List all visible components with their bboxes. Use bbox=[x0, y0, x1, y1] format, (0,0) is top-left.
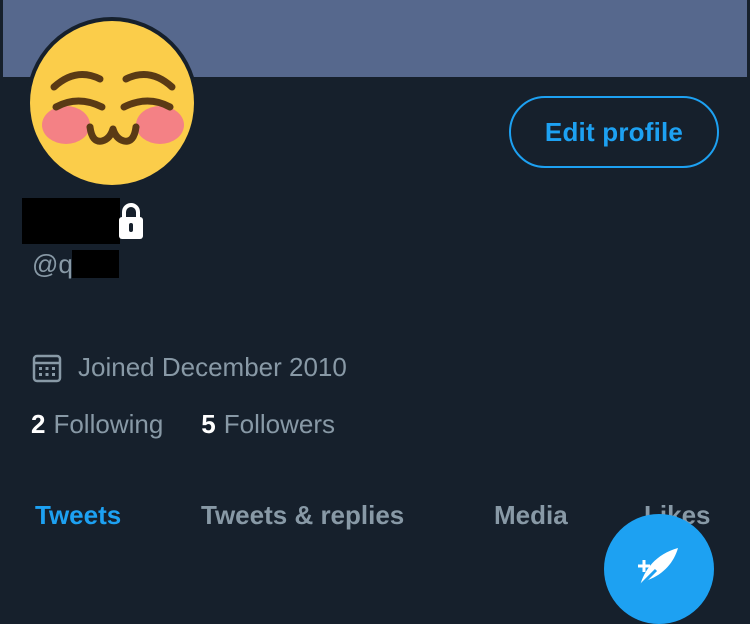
following-link[interactable]: 2 Following bbox=[31, 409, 163, 440]
tab-media[interactable]: Media bbox=[494, 500, 568, 531]
profile-stats: 2 Following 5 Followers bbox=[31, 409, 335, 440]
lock-icon bbox=[119, 203, 143, 239]
edit-profile-button[interactable]: Edit profile bbox=[509, 96, 719, 168]
banner-edge bbox=[0, 0, 3, 77]
profile-handle: @q bbox=[32, 249, 73, 279]
profile-avatar[interactable] bbox=[26, 17, 198, 189]
compose-tweet-icon bbox=[636, 548, 678, 590]
followers-count: 5 bbox=[201, 409, 216, 439]
joined-label: Joined December 2010 bbox=[78, 352, 347, 382]
compose-tweet-button[interactable] bbox=[604, 514, 714, 624]
joined-date: Joined December 2010 bbox=[32, 352, 347, 383]
blushing-face-icon bbox=[30, 21, 194, 185]
following-count: 2 bbox=[31, 409, 46, 439]
calendar-icon bbox=[32, 354, 62, 382]
tab-tweets[interactable]: Tweets bbox=[35, 500, 121, 531]
followers-link[interactable]: 5 Followers bbox=[201, 409, 335, 440]
tab-tweets-replies[interactable]: Tweets & replies bbox=[201, 500, 404, 531]
followers-label: Followers bbox=[223, 409, 336, 439]
redacted-display-name bbox=[22, 198, 120, 244]
following-label: Following bbox=[53, 409, 164, 439]
redacted-handle bbox=[72, 250, 119, 278]
